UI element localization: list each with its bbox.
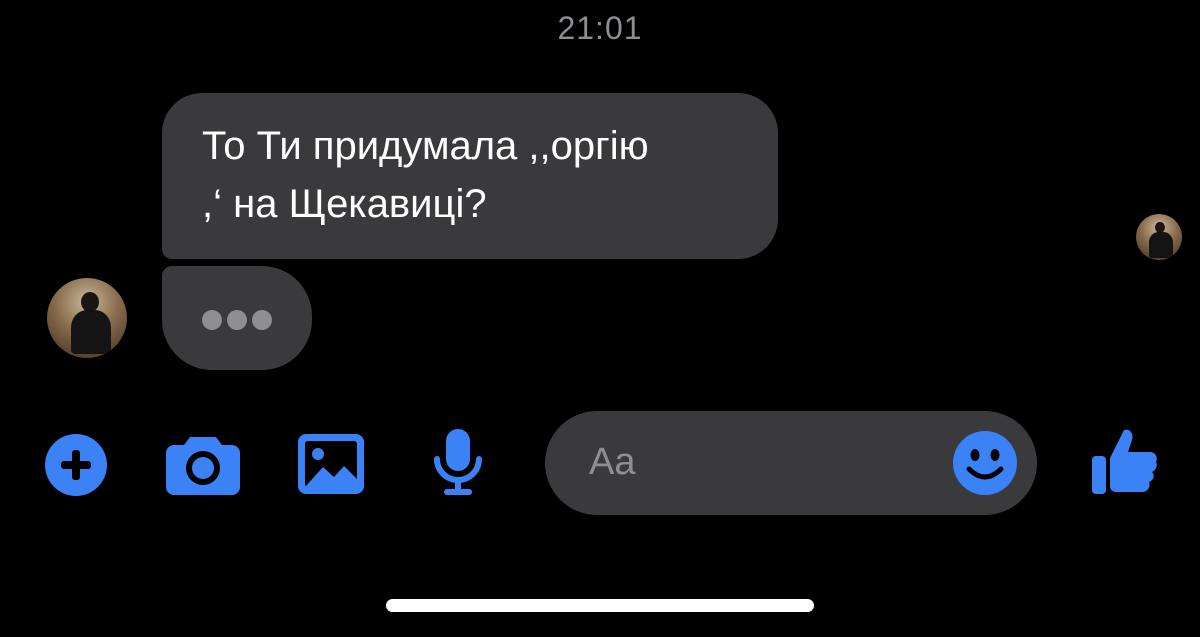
microphone-icon[interactable] bbox=[432, 429, 484, 497]
typing-indicator-bubble bbox=[162, 266, 312, 370]
typing-dot bbox=[227, 310, 247, 330]
avatar-figure-head bbox=[81, 292, 99, 312]
plus-icon[interactable] bbox=[43, 432, 109, 498]
read-receipt-avatar bbox=[1136, 214, 1182, 260]
typing-dot bbox=[202, 310, 222, 330]
camera-icon[interactable] bbox=[166, 433, 240, 495]
avatar-figure-body bbox=[71, 310, 111, 354]
thumbs-up-icon[interactable] bbox=[1090, 426, 1158, 496]
image-icon[interactable] bbox=[298, 434, 364, 494]
typing-dot bbox=[252, 310, 272, 330]
chat-timestamp: 21:01 bbox=[557, 10, 643, 46]
message-input-field[interactable]: Aa bbox=[545, 411, 1037, 515]
avatar-figure-body bbox=[1149, 232, 1173, 258]
input-placeholder: Aa bbox=[589, 441, 636, 483]
home-indicator[interactable] bbox=[386, 599, 814, 612]
sender-avatar[interactable] bbox=[47, 278, 127, 358]
incoming-message-bubble[interactable]: То Ти придумала ,,оргію ,‘ на Щекавиці? bbox=[162, 93, 778, 259]
emoji-icon[interactable] bbox=[953, 431, 1017, 495]
